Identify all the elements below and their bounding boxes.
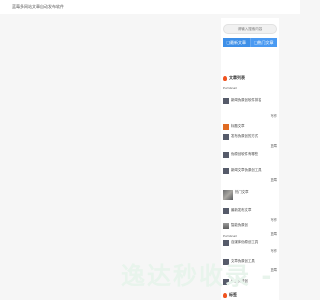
search-box	[223, 24, 277, 34]
thumbnail-placeholder: Pumbnail	[223, 86, 237, 90]
article-tag: 蓝莓	[270, 178, 277, 182]
article-title[interactable]: 新闻文章伪原创工具	[231, 168, 277, 173]
article-thumbnail	[223, 168, 229, 174]
article-thumbnail	[223, 208, 229, 214]
article-tag: 写作	[270, 249, 277, 253]
fire-icon	[223, 292, 227, 298]
popular-articles-button[interactable]: ❑热门文章	[249, 38, 277, 47]
thumbnail-placeholder: Pumbnail	[223, 234, 237, 238]
article-tag: 写作	[270, 114, 277, 118]
tags-title: 标签	[229, 292, 237, 297]
article-title[interactable]: 智能伪原创	[231, 223, 277, 228]
article-thumbnail	[223, 240, 229, 246]
watermark: 逸达秒收录 -	[121, 262, 274, 290]
list-item[interactable]: 新闻伪原创软件排名 写作	[221, 98, 279, 120]
list-item[interactable]: 新闻文章伪原创工具 蓝莓	[221, 168, 279, 190]
fire-icon	[223, 75, 227, 81]
article-thumbnail	[223, 190, 233, 200]
article-title[interactable]: 标题文章	[231, 124, 277, 129]
article-thumbnail	[223, 98, 229, 104]
article-title[interactable]: 最新发布文章	[231, 208, 277, 213]
article-thumbnail	[223, 134, 229, 140]
article-thumbnail	[223, 124, 229, 130]
article-tag: 写作	[270, 218, 277, 222]
article-title[interactable]: 热门文章	[235, 190, 277, 195]
article-title[interactable]: 发布伪原创的方式	[231, 134, 277, 139]
sidebar: ❑最新文章 ❑热门文章 文章列表 Pumbnail 新闻伪原创软件排名 写作 标…	[221, 18, 279, 300]
article-list-heading: 文章列表	[223, 74, 277, 82]
tags-heading: 标签	[223, 292, 237, 298]
article-title[interactable]: 伪原创软件有哪些	[231, 152, 277, 157]
article-thumbnail	[223, 152, 229, 158]
article-title[interactable]: 新闻伪原创软件排名	[231, 98, 277, 103]
article-list-title: 文章列表	[229, 75, 245, 80]
site-title[interactable]: 蓝莓多网站文章自动发布软件	[12, 4, 64, 9]
latest-articles-button[interactable]: ❑最新文章	[223, 38, 250, 47]
article-title[interactable]: 自媒体伪原创工具	[231, 240, 277, 245]
search-input[interactable]	[224, 25, 276, 33]
article-thumbnail	[223, 223, 229, 229]
article-tag: 蓝莓	[270, 144, 277, 148]
article-filter-buttons: ❑最新文章 ❑热门文章	[223, 38, 277, 47]
top-bar: 蓝莓多网站文章自动发布软件	[0, 0, 300, 14]
